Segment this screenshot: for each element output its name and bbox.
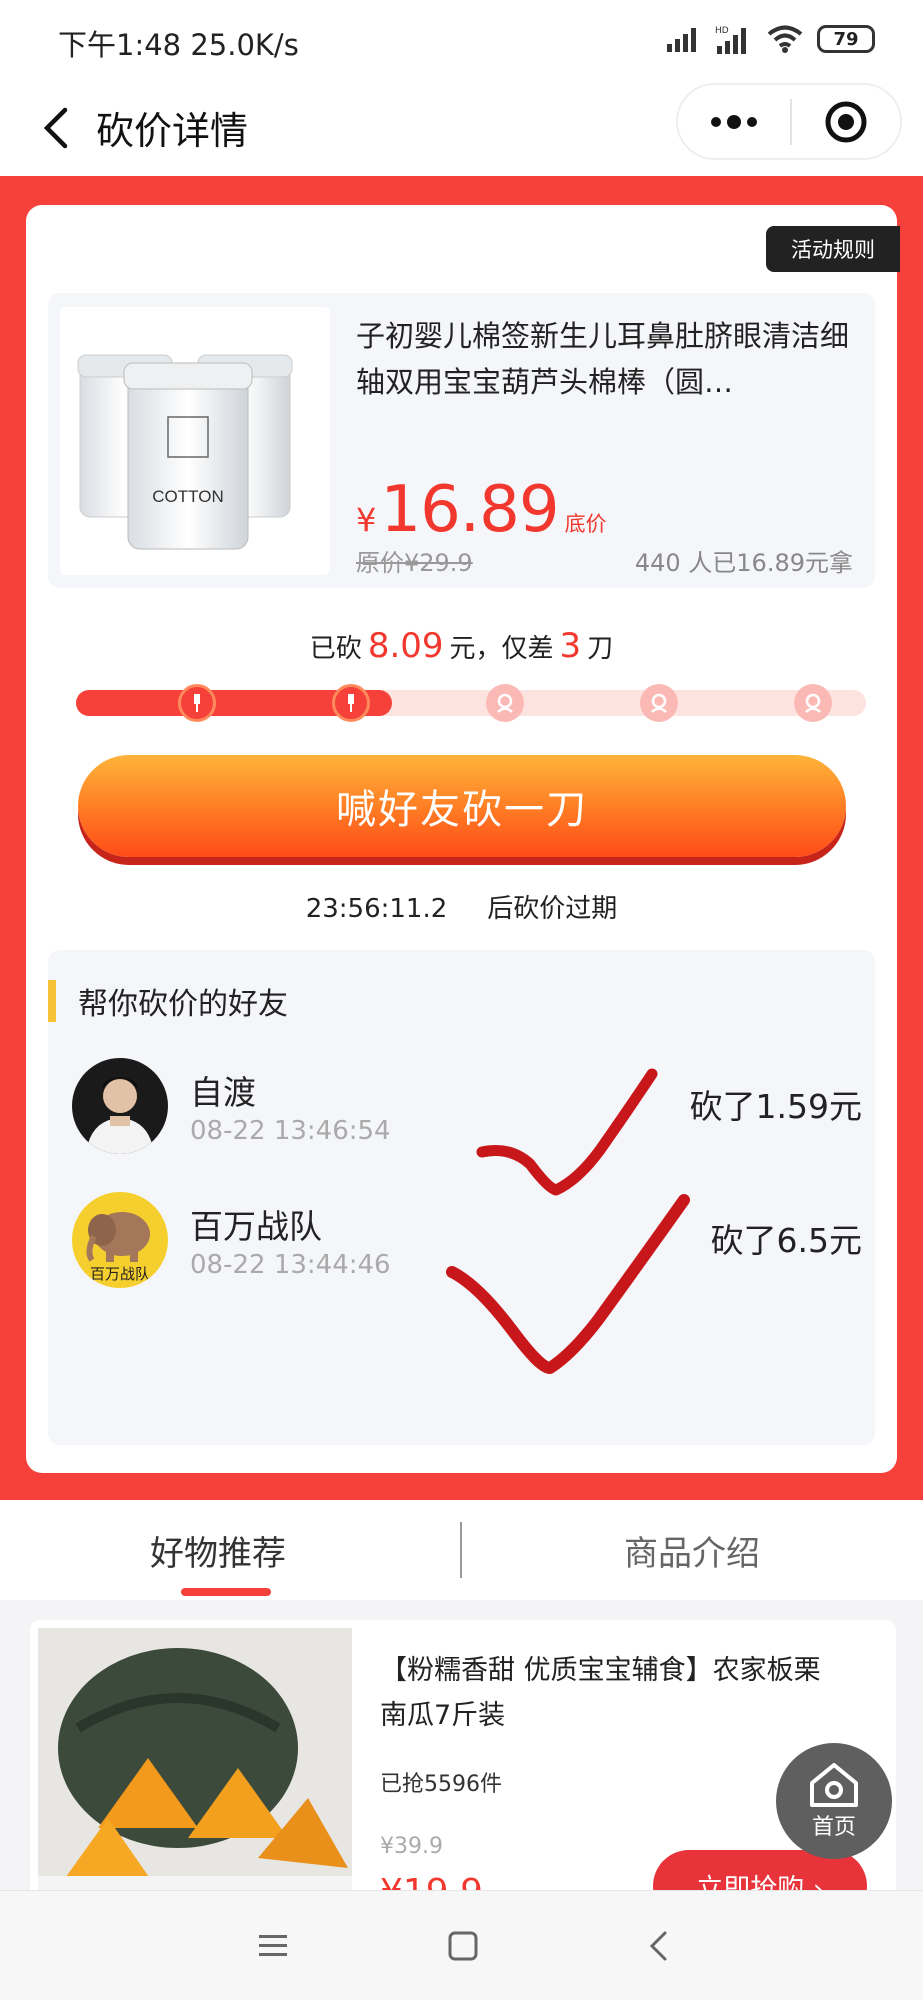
countdown-suffix: 后砍价过期 — [487, 894, 618, 924]
progress-bar — [76, 684, 866, 722]
target-close-icon — [825, 101, 867, 142]
product-image: COTTON — [60, 307, 330, 575]
friend-time: 08-22 13:46:54 — [190, 1116, 391, 1146]
knife-icon — [194, 694, 200, 712]
friend-time: 08-22 13:44:46 — [190, 1250, 391, 1280]
back-system-button[interactable] — [634, 1921, 684, 1971]
recommendation-original-price: ¥39.9 — [380, 1834, 443, 1859]
countdown-time: 23:56:11.2 — [305, 894, 448, 924]
more-button[interactable] — [678, 85, 790, 158]
status-bar: 下午1:48 25.0K/s HD 79 — [0, 0, 923, 80]
recommendation-sold: 已抢5596件 — [380, 1772, 502, 1797]
price-row: ¥ 16.89 底价 — [356, 473, 607, 547]
sold-count: 440 人已16.89元拿 — [634, 549, 853, 577]
avatar[interactable]: 百万战队 — [72, 1192, 168, 1288]
bargain-middle: 元，仅差 — [449, 634, 554, 664]
svg-text:HD: HD — [715, 26, 729, 36]
avatar-text: 百万战队 — [90, 1265, 150, 1283]
friend-row: 百万战队 百万战队 08-22 13:44:46 砍了6.5元 — [72, 1192, 862, 1292]
home-icon — [810, 1763, 858, 1807]
home-button[interactable]: 首页 — [776, 1743, 892, 1859]
knife-icon — [348, 694, 354, 712]
bottom-price: 16.89 — [380, 473, 559, 547]
wifi-icon — [767, 25, 803, 53]
price-currency: ¥ — [356, 501, 377, 539]
home-system-button[interactable] — [438, 1921, 488, 1971]
page-title: 砍价详情 — [96, 109, 249, 153]
signal-icon — [667, 28, 696, 52]
friend-name: 百万战队 — [190, 1207, 322, 1246]
bargain-suffix: 刀 — [587, 634, 614, 664]
recommendation-title: 【粉糯香甜 优质宝宝辅食】农家板栗南瓜7斤装 — [380, 1655, 821, 1731]
rules-button[interactable]: 活动规则 — [766, 226, 900, 272]
status-icons: HD 79 — [667, 24, 875, 54]
back-arrow-icon — [649, 1931, 667, 1961]
bargain-prefix: 已砍 — [309, 634, 362, 664]
back-button[interactable] — [26, 98, 86, 158]
progress-node-pending — [486, 684, 524, 722]
friend-amount: 砍了1.59元 — [689, 1087, 862, 1126]
countdown: 23:56:11.2 后砍价过期 — [0, 888, 923, 925]
tab-recommend[interactable]: 好物推荐 — [150, 1526, 286, 1575]
mini-program-capsule — [676, 83, 902, 160]
recommendation-image — [38, 1628, 352, 1910]
square-icon — [448, 1931, 478, 1961]
friend-name: 自渡 — [190, 1073, 256, 1112]
hd-signal-icon: HD — [715, 26, 746, 54]
user-placeholder-icon — [497, 693, 513, 713]
user-placeholder-icon — [651, 693, 667, 713]
progress-node-pending — [640, 684, 678, 722]
product-title: 子初婴儿棉签新生儿耳鼻肚脐眼清洁细轴双用宝宝葫芦头棉棒（圆… — [356, 319, 850, 399]
friends-header: 帮你砍价的好友 — [48, 980, 288, 1022]
tab-product-intro[interactable]: 商品介绍 — [624, 1526, 760, 1575]
chevron-left-icon — [43, 107, 68, 149]
original-price: 原价¥29.9 — [356, 549, 473, 577]
bargain-amount: 8.09 — [367, 626, 444, 666]
header-accent-bar — [48, 980, 56, 1022]
friends-heading: 帮你砍价的好友 — [78, 987, 288, 1022]
tab-bar: 好物推荐 商品介绍 — [0, 1500, 923, 1600]
more-dots-icon — [711, 114, 757, 129]
progress-node-pending — [794, 684, 832, 722]
recommendation-card[interactable]: 【粉糯香甜 优质宝宝辅食】农家板栗南瓜7斤装 已抢5596件 ¥39.9 ¥19… — [30, 1620, 896, 1910]
close-button[interactable] — [792, 85, 900, 158]
progress-node-done — [332, 684, 370, 722]
nav-bar: 砍价详情 — [0, 80, 923, 176]
bargain-remaining: 3 — [559, 626, 582, 666]
system-nav-bar — [0, 1890, 923, 2000]
friend-amount: 砍了6.5元 — [710, 1221, 862, 1260]
product-image-label: COTTON — [152, 487, 223, 506]
price-tag: 底价 — [564, 512, 607, 536]
product-panel[interactable]: COTTON 子初婴儿棉签新生儿耳鼻肚脐眼清洁细轴双用宝宝葫芦头棉棒（圆… ¥ … — [48, 293, 875, 588]
menu-button[interactable] — [248, 1921, 298, 1971]
status-time: 下午1:48 25.0K/s — [58, 28, 299, 62]
user-placeholder-icon — [805, 693, 821, 713]
progress-node-done — [178, 684, 216, 722]
friends-panel: 帮你砍价的好友 自渡 08-22 13:46:54 砍了1.59元 百万战队 百… — [48, 950, 875, 1445]
home-label: 首页 — [811, 1815, 856, 1840]
battery-icon: 79 — [817, 25, 875, 53]
tab-divider — [460, 1522, 462, 1578]
tab-indicator — [181, 1588, 271, 1596]
bargain-progress-text: 已砍 8.09 元，仅差 3 刀 — [0, 626, 923, 666]
menu-icon — [259, 1935, 287, 1956]
avatar[interactable] — [72, 1058, 168, 1154]
invite-friend-button[interactable]: 喊好友砍一刀 — [78, 755, 846, 857]
friend-row: 自渡 08-22 13:46:54 砍了1.59元 — [72, 1058, 862, 1158]
